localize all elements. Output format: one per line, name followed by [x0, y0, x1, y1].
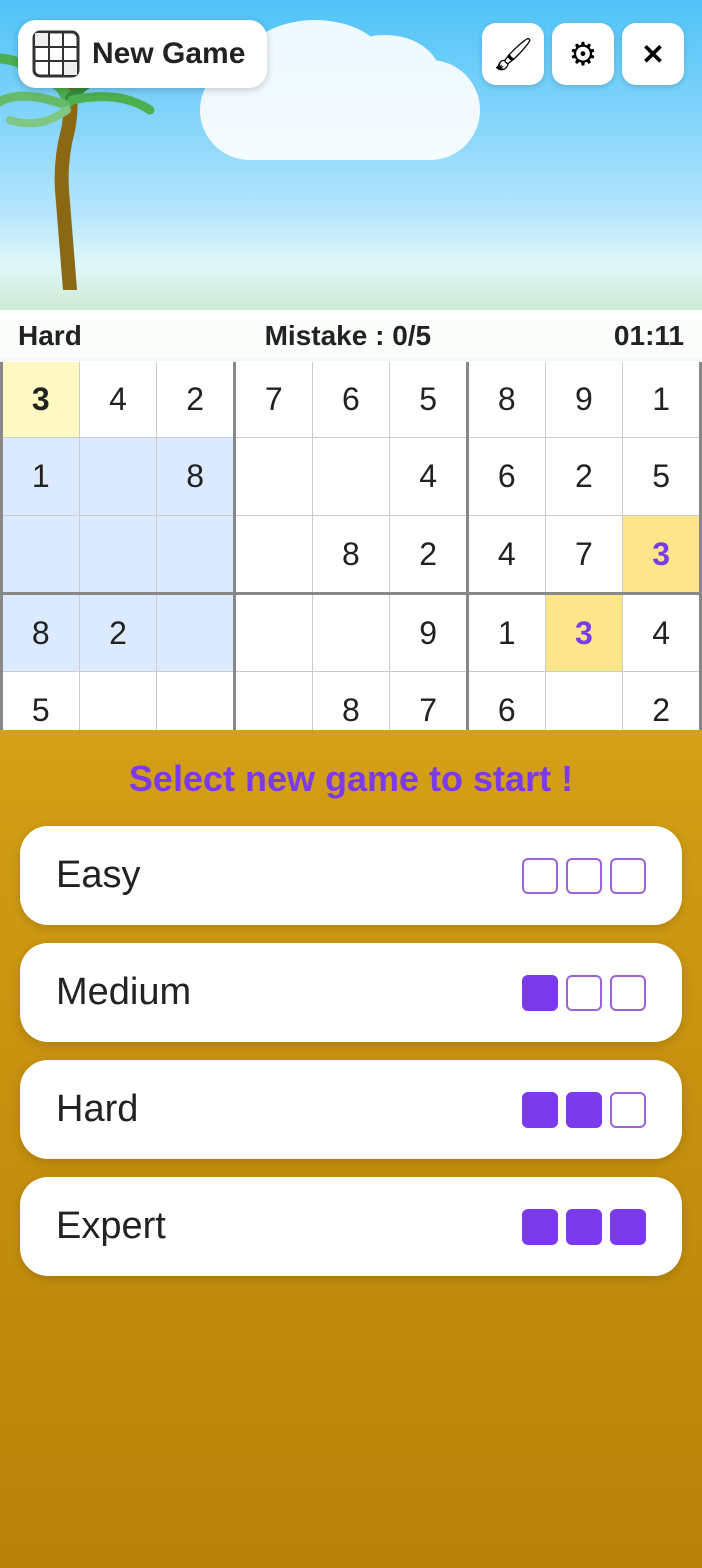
dot-expert-3: [610, 1209, 646, 1245]
table-row: 8 2 9 1 3 4: [2, 594, 701, 672]
table-row: 1 8 4 6 2 5: [2, 438, 701, 516]
cell-2-8[interactable]: 3: [623, 516, 701, 594]
brush-button[interactable]: 🖌: [482, 23, 544, 85]
cell-2-6[interactable]: 4: [467, 516, 545, 594]
cell-0-1[interactable]: 4: [79, 360, 157, 438]
cell-3-3[interactable]: [234, 594, 312, 672]
cell-2-1[interactable]: [79, 516, 157, 594]
dot-hard-3: [610, 1092, 646, 1128]
mistake-counter: Mistake : 0/5: [265, 320, 432, 352]
close-icon: ✕: [641, 38, 664, 71]
cell-1-3[interactable]: [234, 438, 312, 516]
cell-0-5[interactable]: 5: [390, 360, 468, 438]
table-row: 3 4 2 7 6 5 8 9 1: [2, 360, 701, 438]
medium-button[interactable]: Medium: [20, 943, 682, 1042]
cell-1-5[interactable]: 4: [390, 438, 468, 516]
cell-2-7[interactable]: 7: [545, 516, 623, 594]
hard-dots: [522, 1092, 646, 1128]
table-row: 8 2 4 7 3: [2, 516, 701, 594]
easy-label: Easy: [56, 854, 140, 897]
cell-0-0[interactable]: 3: [2, 360, 80, 438]
timer: 01:11: [614, 320, 684, 352]
cell-3-4[interactable]: [312, 594, 390, 672]
cell-0-2[interactable]: 2: [157, 360, 235, 438]
cell-2-2[interactable]: [157, 516, 235, 594]
easy-button[interactable]: Easy: [20, 826, 682, 925]
dot-medium-2: [566, 975, 602, 1011]
dot-expert-1: [522, 1209, 558, 1245]
cell-0-6[interactable]: 8: [467, 360, 545, 438]
dot-medium-3: [610, 975, 646, 1011]
cell-2-3[interactable]: [234, 516, 312, 594]
gear-icon: ⚙: [569, 35, 598, 73]
cell-3-2[interactable]: [157, 594, 235, 672]
dot-hard-1: [522, 1092, 558, 1128]
close-button[interactable]: ✕: [622, 23, 684, 85]
cell-3-1[interactable]: 2: [79, 594, 157, 672]
cell-1-1[interactable]: [79, 438, 157, 516]
overlay-panel: Select new game to start ! Easy Medium H…: [0, 730, 702, 1568]
grid-table: 3 4 2 7 6 5 8 9 1 1 8 4 6 2 5 8 2: [0, 358, 702, 750]
cell-3-6[interactable]: 1: [467, 594, 545, 672]
top-icons: 🖌 ⚙ ✕: [482, 23, 684, 85]
dot-easy-3: [610, 858, 646, 894]
dot-easy-2: [566, 858, 602, 894]
cell-1-8[interactable]: 5: [623, 438, 701, 516]
dot-medium-1: [522, 975, 558, 1011]
top-bar: New Game 🖌 ⚙ ✕: [0, 20, 702, 88]
cell-3-7[interactable]: 3: [545, 594, 623, 672]
cell-3-0[interactable]: 8: [2, 594, 80, 672]
cell-3-5[interactable]: 9: [390, 594, 468, 672]
cell-2-4[interactable]: 8: [312, 516, 390, 594]
status-bar: Hard Mistake : 0/5 01:11: [0, 310, 702, 362]
cell-0-4[interactable]: 6: [312, 360, 390, 438]
cell-0-7[interactable]: 9: [545, 360, 623, 438]
new-game-button[interactable]: New Game: [18, 20, 267, 88]
sudoku-icon: [32, 30, 80, 78]
cell-3-8[interactable]: 4: [623, 594, 701, 672]
cell-1-7[interactable]: 2: [545, 438, 623, 516]
hard-button[interactable]: Hard: [20, 1060, 682, 1159]
cell-1-6[interactable]: 6: [467, 438, 545, 516]
medium-label: Medium: [56, 971, 191, 1014]
dot-hard-2: [566, 1092, 602, 1128]
cell-2-5[interactable]: 2: [390, 516, 468, 594]
cell-0-3[interactable]: 7: [234, 360, 312, 438]
sudoku-grid: 3 4 2 7 6 5 8 9 1 1 8 4 6 2 5 8 2: [0, 358, 702, 750]
cell-1-2[interactable]: 8: [157, 438, 235, 516]
cell-1-4[interactable]: [312, 438, 390, 516]
dot-easy-1: [522, 858, 558, 894]
cell-1-0[interactable]: 1: [2, 438, 80, 516]
expert-label: Expert: [56, 1205, 166, 1248]
easy-dots: [522, 858, 646, 894]
expert-dots: [522, 1209, 646, 1245]
difficulty-label: Hard: [18, 320, 82, 352]
expert-button[interactable]: Expert: [20, 1177, 682, 1276]
new-game-label: New Game: [92, 37, 245, 71]
brush-icon: 🖌: [493, 35, 534, 73]
medium-dots: [522, 975, 646, 1011]
dot-expert-2: [566, 1209, 602, 1245]
settings-button[interactable]: ⚙: [552, 23, 614, 85]
cell-2-0[interactable]: [2, 516, 80, 594]
select-game-text: Select new game to start !: [129, 758, 573, 800]
cell-0-8[interactable]: 1: [623, 360, 701, 438]
hard-label: Hard: [56, 1088, 138, 1131]
